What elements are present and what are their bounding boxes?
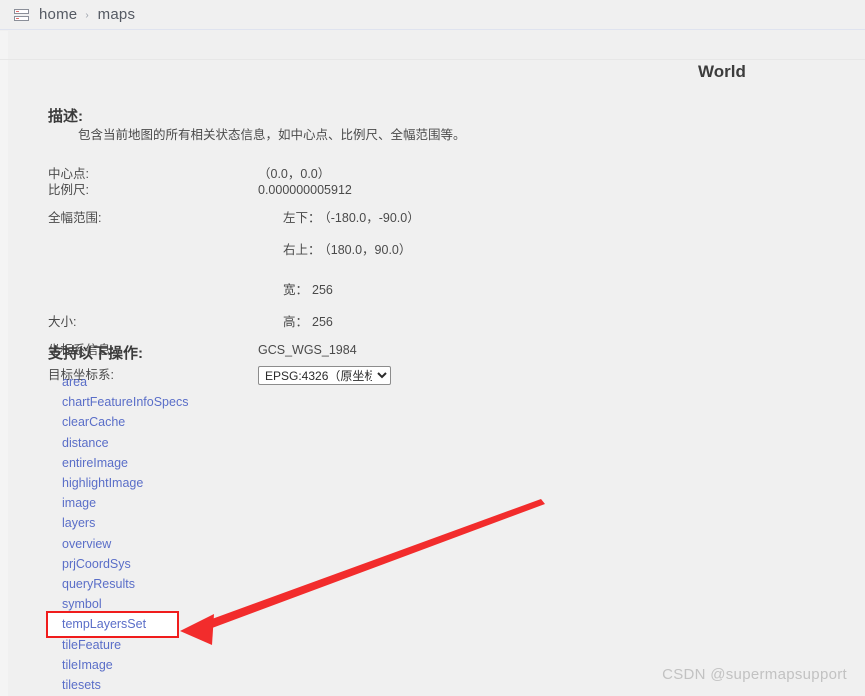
info-row-scale: 比例尺: 0.000000005912 [48, 182, 468, 198]
left-edge-strip [0, 31, 8, 696]
info-row-center: 中心点: （0.0，0.0） [48, 166, 468, 182]
operation-link[interactable]: entireImage [48, 453, 348, 473]
description-text: 包含当前地图的所有相关状态信息，如中心点、比例尺、全幅范围等。 [78, 128, 466, 142]
bounds-bottom-left-value: （-180.0，-90.0） [324, 211, 420, 225]
size-height-label: 高： [283, 315, 309, 329]
server-stack-icon [14, 8, 29, 22]
breadcrumb-item-maps[interactable]: maps [98, 6, 135, 23]
size-width-value: 256 [312, 283, 333, 297]
center-label: 中心点: [48, 167, 89, 181]
bounds-top-right-label: 右上： [283, 243, 321, 257]
bounds-bottom-left-label: 左下： [283, 211, 321, 225]
operation-link[interactable]: tileFeature [48, 635, 348, 655]
operation-link[interactable]: image [48, 493, 348, 513]
operation-link[interactable]: symbol [48, 594, 348, 614]
operation-link[interactable]: chartFeatureInfoSpecs [48, 392, 348, 412]
operation-link[interactable]: area [48, 372, 348, 392]
page-title: World [698, 62, 746, 81]
operation-link[interactable]: tilesets [48, 675, 348, 695]
scale-value: 0.000000005912 [258, 183, 352, 197]
info-row-size-height: 大小: 高： 256 [48, 306, 468, 338]
operations-heading: 支持以下操作: [48, 345, 143, 362]
breadcrumb-separator: › [85, 10, 89, 21]
scale-label: 比例尺: [48, 183, 89, 197]
operation-link[interactable]: queryResults [48, 574, 348, 594]
size-width-label: 宽： [283, 283, 309, 297]
operation-link[interactable]: tileImage [48, 655, 348, 675]
breadcrumb-bar: home › maps [0, 0, 865, 30]
operation-link[interactable]: overview [48, 534, 348, 554]
operations-list: area chartFeatureInfoSpecs clearCache di… [46, 372, 348, 695]
coordsys-value: GCS_WGS_1984 [258, 343, 357, 357]
breadcrumb-item-home[interactable]: home [39, 6, 77, 23]
info-row-size-width: 宽： 256 [48, 274, 468, 306]
operation-link[interactable]: highlightImage [48, 473, 348, 493]
size-height-value: 256 [312, 315, 333, 329]
center-value: （0.0，0.0） [258, 167, 331, 181]
operation-link[interactable]: clearCache [48, 412, 348, 432]
size-label: 大小: [48, 315, 77, 329]
operation-link-templayersset[interactable]: tempLayersSet [46, 611, 348, 639]
info-row-bounds-top-right: 右上： （180.0，90.0） [48, 234, 468, 266]
operation-link[interactable]: layers [48, 513, 348, 533]
bounds-label: 全幅范围: [48, 211, 102, 225]
operation-link[interactable]: distance [48, 433, 348, 453]
operation-link[interactable]: prjCoordSys [48, 554, 348, 574]
description-heading: 描述: [48, 108, 83, 125]
content-divider [0, 59, 865, 60]
info-row-bounds-bottom-left: 全幅范围: 左下： （-180.0，-90.0） [48, 202, 468, 234]
watermark-text: CSDN @supermapsupport [662, 666, 847, 683]
bounds-top-right-value: （180.0，90.0） [324, 243, 412, 257]
